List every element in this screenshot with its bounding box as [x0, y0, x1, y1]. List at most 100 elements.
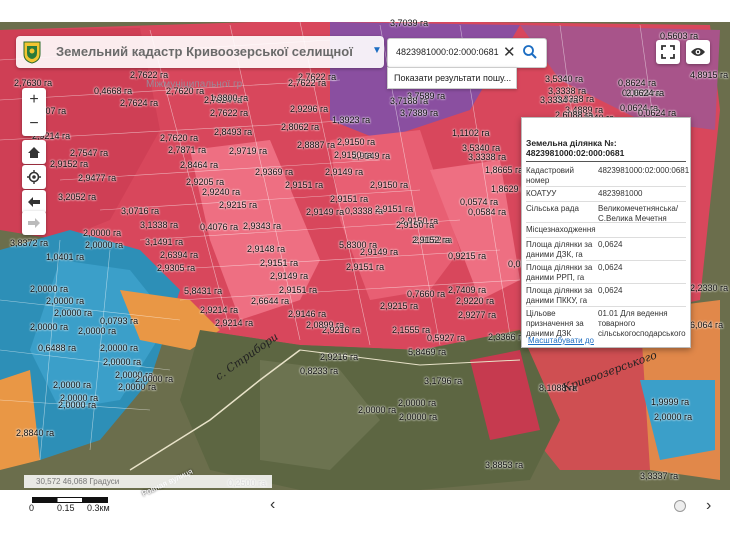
parcel-area-label: 0,7660 га — [407, 289, 446, 299]
parcel-area-label: 1,9999 га — [651, 397, 690, 407]
chevron-left-icon[interactable]: ‹ — [270, 496, 275, 514]
parcel-area-label: 2,9296 га — [290, 104, 329, 114]
popup-title: Земельна ділянка №: 4823981000:02:000:06… — [526, 138, 625, 158]
parcel-area-label: 2,0000 га — [58, 400, 97, 410]
arrow-right-icon — [28, 218, 40, 228]
parcel-area-label: 2,6394 га — [160, 250, 199, 260]
parcel-area-label: 2,9151 га — [279, 285, 318, 295]
zoom-out-button[interactable]: − — [22, 112, 46, 136]
popup-key: Площа ділянки за даними РРП, га — [526, 263, 593, 282]
parcel-area-label: 2,0624 га — [626, 88, 665, 98]
parcel-area-label: 2,9150 га — [334, 150, 373, 160]
parcel-area-label: 2,9149 га — [270, 271, 309, 281]
search-results-link[interactable]: Показати результати пошу... — [387, 67, 517, 89]
parcel-area-label: 2,9149 га — [325, 167, 364, 177]
popup-key: Сільська рада — [526, 204, 579, 213]
coordinates-text: 30,572 46,068 Градуси — [36, 477, 120, 486]
parcel-area-label: 2,9151 га — [346, 262, 385, 272]
parcel-area-label: 0,6488 га — [38, 343, 77, 353]
parcel-area-label: 2,9152 га — [412, 235, 451, 245]
coat-of-arms-icon — [23, 41, 41, 64]
parcel-area-label: 2,7624 га — [120, 98, 159, 108]
scale-label: 0.3км — [87, 503, 110, 513]
parcel-area-label: 2,9146 га — [288, 309, 327, 319]
parcel-area-label: 2,0000 га — [654, 412, 693, 422]
parcel-area-label: 3,0716 га — [121, 206, 160, 216]
parcel-area-label: 2,0000 га — [100, 343, 139, 353]
popup-value: 01.01 Для ведення товарного сільськогосп… — [598, 309, 686, 338]
parcel-area-label: 1,0401 га — [46, 252, 85, 262]
home-icon — [28, 146, 40, 158]
parcel-area-label: 3,3337 га — [640, 471, 679, 481]
popup-value: 0,0624 — [598, 240, 623, 249]
chevron-right-icon[interactable]: › — [706, 497, 711, 515]
visibility-button[interactable] — [686, 40, 710, 64]
map-header: Земельний кадастр Кривоозерської селищно… — [16, 36, 384, 90]
parcel-area-label: 2,2330 га — [690, 283, 729, 293]
parcel-area-label: 1,1102 га — [452, 128, 490, 138]
parcel-area-label: 2,9148 га — [247, 244, 286, 254]
parcel-area-label: 2,0000 га — [54, 308, 93, 318]
parcel-area-label: 2,0000 га — [83, 228, 122, 238]
zoom-in-button[interactable]: + — [22, 88, 46, 112]
zoom-to-link[interactable]: Масштабувати до — [528, 336, 594, 345]
parcel-area-label: 2,6644 га — [251, 296, 290, 306]
fullscreen-button[interactable] — [656, 40, 680, 64]
locate-icon — [27, 170, 41, 184]
parcel-area-label: 2,8840 га — [16, 428, 55, 438]
popup-key: Кадастровий номер — [526, 166, 574, 185]
parcel-area-label: 2,7547 га — [70, 148, 109, 158]
chevron-down-icon[interactable]: ▼ — [372, 45, 382, 56]
popup-value: Великомечетнянська/ С.Велика Мечетня — [598, 204, 679, 223]
parcel-area-label: 2,9151 га — [285, 180, 324, 190]
parcel-area-label: 2,9149 га — [360, 247, 399, 257]
parcel-area-label: 3,1338 га — [140, 220, 179, 230]
popup-value: 0,0624 — [598, 286, 623, 295]
zoom-control: + − — [22, 88, 46, 136]
parcel-info-popup: Земельна ділянка №: 4823981000:02:000:06… — [521, 117, 691, 348]
arrow-left-icon — [28, 197, 40, 207]
parcel-area-label: 2,9151 га — [330, 194, 369, 204]
parcel-area-label: 2,9215 га — [219, 200, 258, 210]
app-watermark: Міжмуніципальної гр — [146, 79, 243, 90]
parcel-area-label: 2,9277 га — [458, 310, 497, 320]
home-button[interactable] — [22, 140, 46, 164]
parcel-area-label: 1,8665 га — [485, 165, 524, 175]
locate-button[interactable] — [22, 165, 46, 189]
parcel-area-label: 3,8372 га — [10, 238, 49, 248]
parcel-area-label: 2,7622 га — [288, 78, 327, 88]
parcel-area-label: 2,0000 га — [78, 326, 117, 336]
parcel-area-label: 2,9150 га — [396, 220, 435, 230]
popup-key: Цільове призначення за даними ДЗК — [526, 309, 584, 338]
parcel-area-label: 2,8464 га — [180, 160, 219, 170]
parcel-area-label: 2,9215 га — [380, 301, 419, 311]
search-input[interactable]: 4823981000:02:000:0681 — [396, 47, 499, 57]
parcel-area-label: 0,0584 га — [468, 207, 507, 217]
parcel-area-label: 2,9205 га — [186, 177, 225, 187]
popup-value: 0,0624 — [598, 263, 623, 272]
popup-key: Площа ділянки за даними ПККУ, га — [526, 286, 593, 305]
search-results-label: Показати результати пошу... — [394, 73, 512, 83]
popup-value: 4823981000 — [598, 189, 643, 198]
parcel-area-label: 0,8233 га — [300, 366, 339, 376]
app-title: Земельний кадастр Кривоозерської селищно… — [56, 44, 353, 59]
parcel-area-label: 2,8887 га — [297, 140, 336, 150]
parcel-area-label: 3,3338 га — [468, 152, 507, 162]
parcel-area-label: 2,9151 га — [375, 204, 414, 214]
parcel-area-label: 2,8062 га — [281, 122, 320, 132]
parcel-area-label: 2,9152 га — [50, 159, 89, 169]
forward-button[interactable] — [22, 211, 46, 235]
parcel-area-label: 1,3800 га — [210, 93, 249, 103]
parcel-area-label: 3,1491 га — [145, 237, 184, 247]
parcel-area-label: 2,9477 га — [78, 173, 117, 183]
parcel-area-label: 2,7620 га — [160, 133, 199, 143]
page-indicator-icon[interactable] — [674, 500, 686, 512]
parcel-area-label: 0,0574 га — [460, 197, 499, 207]
popup-key: Площа ділянки за даними ДЗК, га — [526, 240, 593, 259]
parcel-area-label: 1,3923 га — [332, 115, 371, 125]
parcel-area-label: 6,064 га — [690, 320, 724, 330]
parcel-area-label: 0,4668 га — [94, 86, 133, 96]
parcel-area-label: 2,9216 га — [322, 325, 361, 335]
search-icon[interactable] — [522, 44, 538, 60]
close-icon[interactable]: ✕ — [503, 43, 516, 61]
